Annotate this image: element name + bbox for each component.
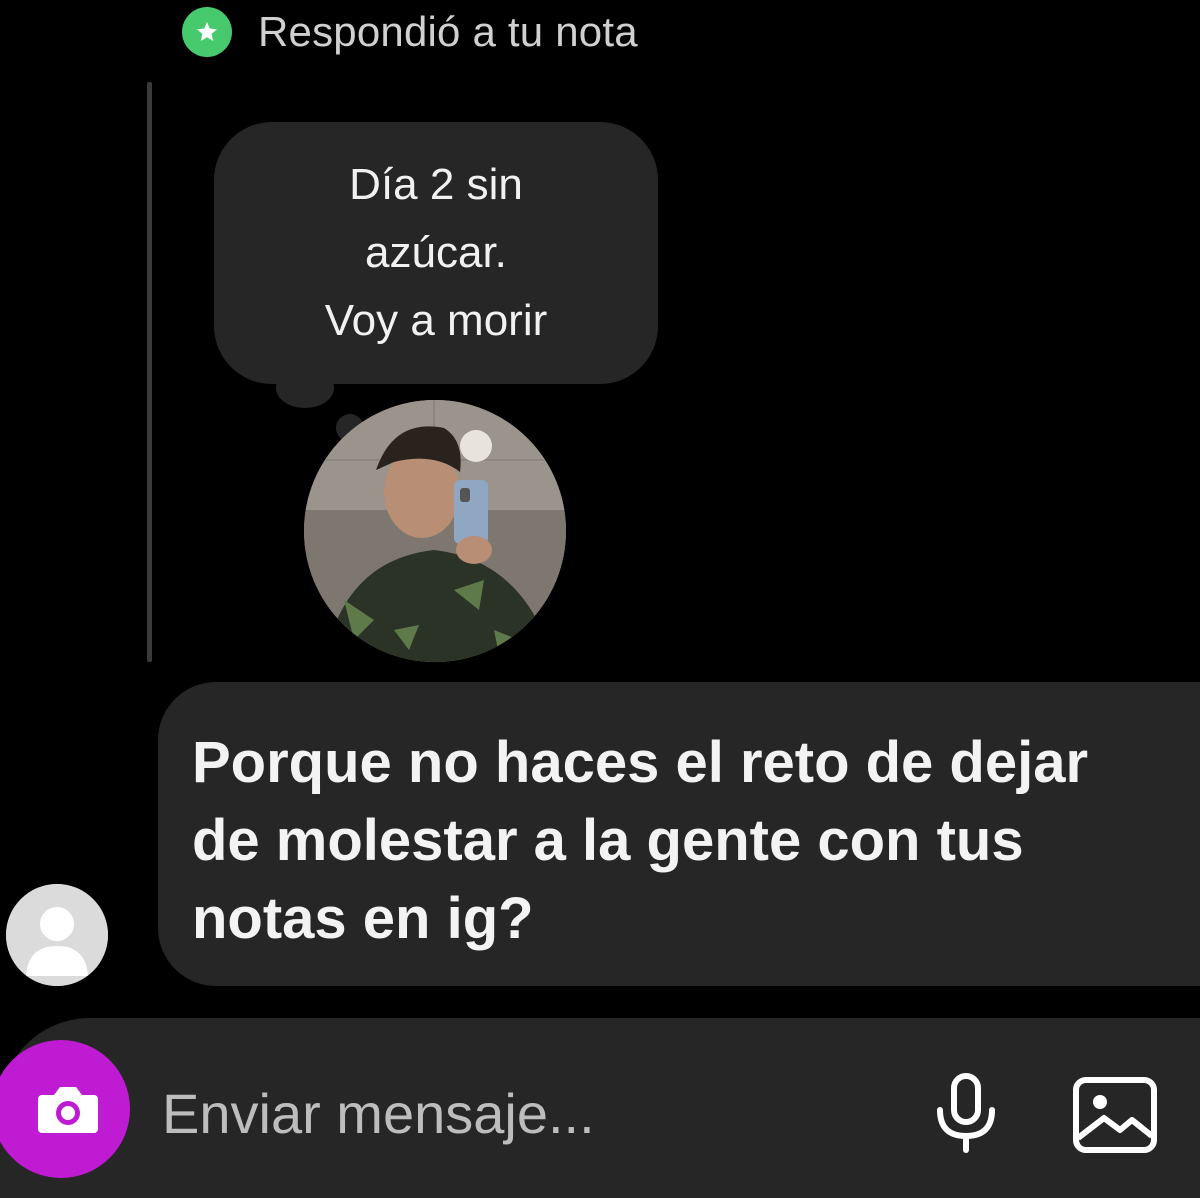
quote-line [147, 82, 152, 662]
microphone-button[interactable] [930, 1072, 1002, 1156]
reply-label: Respondió a tu nota [258, 8, 638, 55]
microphone-icon [937, 1073, 995, 1153]
message-bubble[interactable]: Porque no haces el reto de dejar de mole… [158, 682, 1200, 986]
gallery-icon [1073, 1077, 1157, 1153]
note-text: Día 2 sin azúcar. Voy a morir [324, 160, 548, 345]
note-bubble-tail [276, 368, 334, 408]
note-author-avatar[interactable] [304, 400, 566, 662]
gallery-button[interactable] [1070, 1074, 1160, 1156]
reply-header: Respondió a tu nota [182, 6, 638, 58]
default-user-icon[interactable] [6, 884, 108, 986]
message-input[interactable] [162, 1078, 882, 1148]
note-bubble[interactable]: Día 2 sin azúcar. Voy a morir [214, 122, 658, 384]
camera-icon [38, 1087, 98, 1133]
message-text: Porque no haces el reto de dejar de mole… [192, 730, 1089, 951]
star-icon [182, 7, 232, 57]
